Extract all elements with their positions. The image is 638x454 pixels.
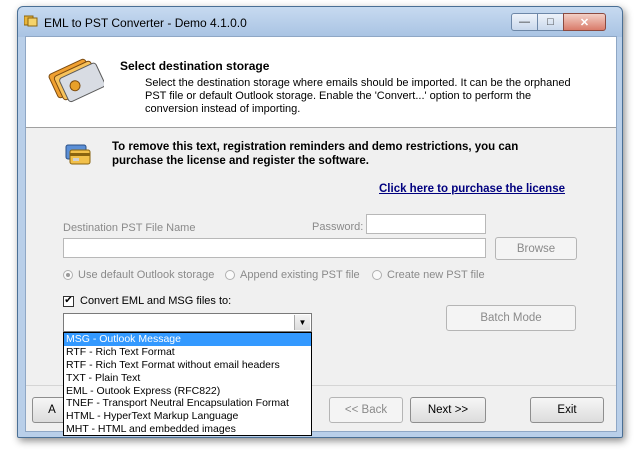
format-option[interactable]: MHT - HTML and embedded images (64, 423, 311, 436)
back-button[interactable]: << Back (329, 397, 403, 423)
format-option[interactable]: TNEF - Transport Neutral Encapsulation F… (64, 397, 311, 410)
radio-label: Append existing PST file (240, 269, 360, 281)
header-description: Select the destination storage where ema… (145, 77, 571, 115)
next-label: Next >> (427, 404, 469, 416)
title-bar[interactable]: EML to PST Converter - Demo 4.1.0.0 — □ … (18, 7, 622, 37)
back-label: << Back (344, 404, 388, 416)
format-option[interactable]: HTML - HyperText Markup Language (64, 410, 311, 423)
wizard-header: Select destination storage Select the de… (26, 37, 616, 128)
close-icon: ✕ (579, 16, 590, 29)
format-option[interactable]: EML - Outook Express (RFC822) (64, 385, 311, 398)
window-title: EML to PST Converter - Demo 4.1.0.0 (44, 16, 247, 30)
password-field[interactable] (366, 214, 486, 234)
format-option[interactable]: TXT - Plain Text (64, 372, 311, 385)
format-dropdown-list: MSG - Outlook Message RTF - Rich Text Fo… (63, 332, 312, 436)
format-option[interactable]: RTF - Rich Text Format without email hea… (64, 359, 311, 372)
radio-default-storage[interactable]: Use default Outlook storage (63, 269, 214, 281)
radio-dot (63, 270, 73, 280)
convert-checkbox[interactable]: ✔ Convert EML and MSG files to: (63, 295, 231, 307)
radio-create-pst[interactable]: Create new PST file (372, 269, 485, 281)
batch-mode-label: Batch Mode (480, 312, 542, 324)
radio-label: Create new PST file (387, 269, 485, 281)
purchase-license-link[interactable]: Click here to purchase the license (379, 183, 565, 195)
radio-dot (372, 270, 382, 280)
convert-checkbox-label: Convert EML and MSG files to: (80, 295, 232, 307)
format-select[interactable]: ▼ (63, 313, 312, 332)
mail-cards-icon (48, 58, 104, 103)
about-label: A (48, 404, 56, 416)
radio-dot (225, 270, 235, 280)
close-button[interactable]: ✕ (563, 13, 606, 31)
exit-button[interactable]: Exit (530, 397, 604, 423)
browse-button[interactable]: Browse (495, 237, 577, 260)
destination-file-field[interactable] (63, 238, 486, 258)
header-title: Select destination storage (120, 59, 270, 73)
chevron-down-icon[interactable]: ▼ (294, 315, 310, 330)
exit-label: Exit (557, 404, 577, 416)
format-option[interactable]: MSG - Outlook Message (64, 333, 311, 346)
browse-label: Browse (516, 242, 556, 255)
maximize-button[interactable]: □ (537, 13, 564, 31)
destination-file-label: Destination PST File Name (63, 222, 196, 234)
credit-card-icon (65, 144, 91, 165)
checkmark-icon: ✔ (64, 295, 73, 306)
password-label: Password: (312, 221, 364, 233)
app-window: EML to PST Converter - Demo 4.1.0.0 — □ … (17, 6, 623, 438)
wizard-body: Select destination storage Select the de… (25, 36, 617, 436)
batch-mode-button[interactable]: Batch Mode (446, 305, 576, 331)
registration-notice: To remove this text, registration remind… (112, 141, 519, 167)
checkbox-box: ✔ (63, 295, 74, 307)
next-button[interactable]: Next >> (410, 397, 486, 423)
radio-label: Use default Outlook storage (78, 269, 215, 281)
app-icon (24, 15, 38, 27)
format-option[interactable]: RTF - Rich Text Format (64, 346, 311, 359)
radio-append-pst[interactable]: Append existing PST file (225, 269, 360, 281)
minimize-icon: — (519, 16, 530, 28)
minimize-button[interactable]: — (511, 13, 538, 31)
maximize-icon: □ (547, 16, 554, 28)
